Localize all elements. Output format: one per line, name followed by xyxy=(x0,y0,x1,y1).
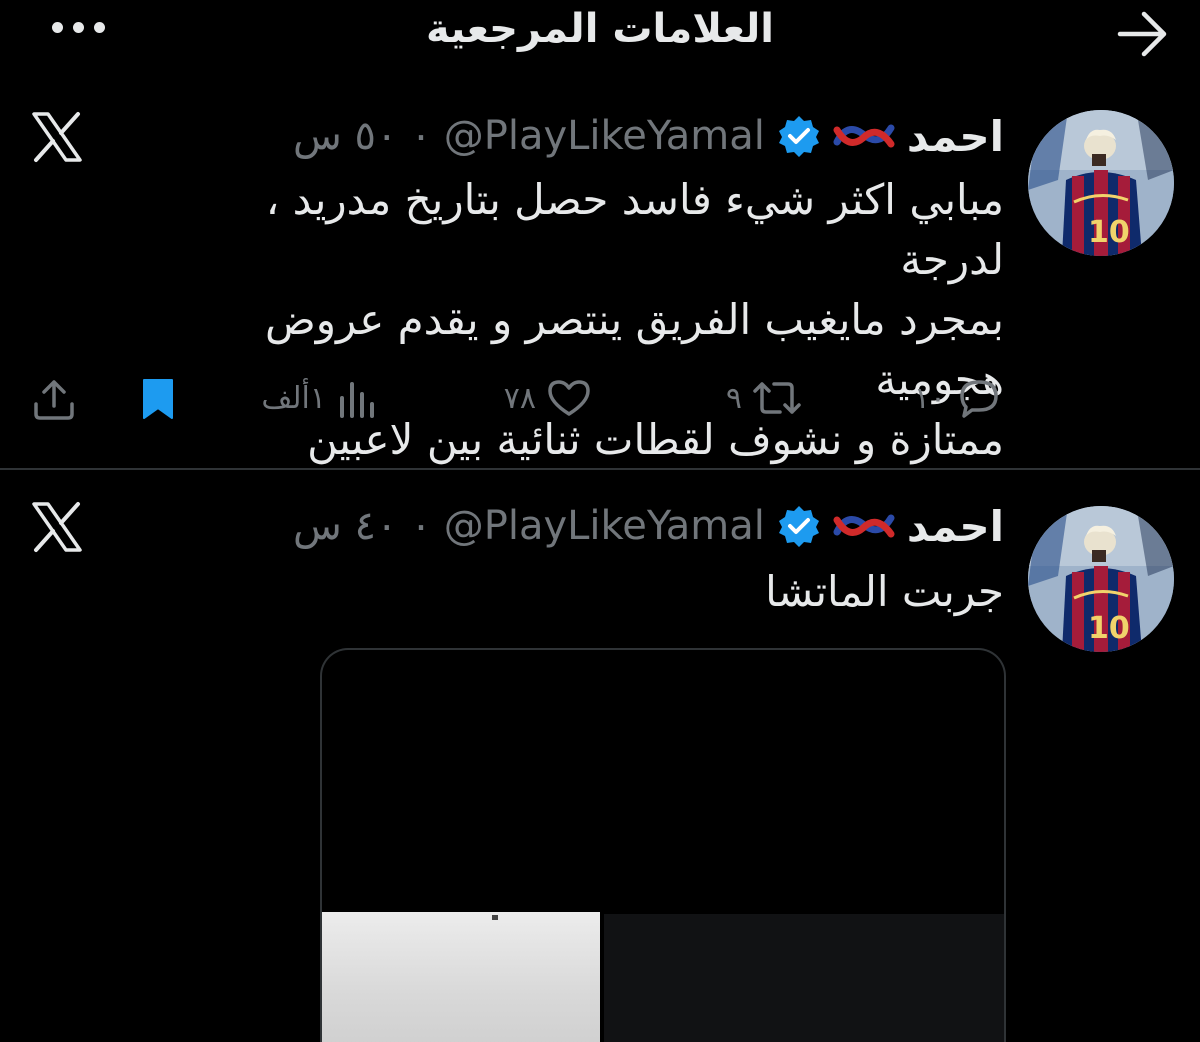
knot-emoji-icon xyxy=(833,124,895,148)
avatar-image: 10 xyxy=(1028,506,1174,652)
arrow-right-icon xyxy=(1117,11,1167,57)
retweet-button[interactable]: ٩ xyxy=(726,376,804,420)
tweet-text-line: جربت الماتشا xyxy=(765,567,1004,616)
knot-emoji-icon xyxy=(833,514,895,538)
x-logo-icon xyxy=(32,502,82,552)
tweet-text-line: مبابي اكثر شيء فاسد حصل بتاريخ مدريد ، ل… xyxy=(265,175,1004,284)
tweet[interactable]: 10 احمد @PlayLikeYamal ٠ ٤٠ س جربت المات… xyxy=(0,470,1200,1042)
views-count: ١ألف xyxy=(261,380,326,416)
svg-text:10: 10 xyxy=(1088,611,1130,646)
tweet-time[interactable]: ٠ ٤٠ س xyxy=(293,503,432,549)
heart-icon xyxy=(548,380,590,416)
avatar[interactable]: 10 xyxy=(1028,110,1174,256)
tweet-header: احمد @PlayLikeYamal ٠ ٤٠ س xyxy=(293,496,1004,556)
reply-button[interactable]: ١٠ xyxy=(914,376,1004,420)
svg-text:10: 10 xyxy=(1088,215,1130,250)
like-count: ٧٨ xyxy=(503,380,536,416)
verified-badge-icon xyxy=(778,116,819,157)
tweet-text: جربت الماتشا xyxy=(244,562,1004,622)
author-name[interactable]: احمد xyxy=(907,112,1004,161)
share-icon xyxy=(34,380,74,420)
bar-chart-icon xyxy=(340,382,374,418)
reply-icon xyxy=(960,380,998,418)
bookmark-button[interactable] xyxy=(136,376,180,422)
retweet-icon xyxy=(753,382,801,414)
back-button[interactable] xyxy=(1116,10,1170,58)
avatar-image: 10 xyxy=(1028,110,1174,256)
share-button[interactable] xyxy=(30,376,78,422)
tweet-actions: ١٠ ٩ ٧٨ ١ألف xyxy=(0,376,1200,428)
bookmark-filled-icon xyxy=(143,379,173,419)
author-name[interactable]: احمد xyxy=(907,502,1004,551)
media-detail xyxy=(492,915,498,920)
top-bar: العلامات المرجعية xyxy=(0,0,1200,70)
avatar[interactable]: 10 xyxy=(1028,506,1174,652)
media-dark-area xyxy=(604,914,1004,1042)
tweet[interactable]: 10 احمد @PlayLikeYamal ٠ ٥٠ س مبابي اكثر… xyxy=(0,88,1200,468)
views-button[interactable]: ١ألف xyxy=(261,376,382,420)
verified-badge-icon xyxy=(778,506,819,547)
reply-count: ١٠ xyxy=(913,380,946,416)
page-title: العلامات المرجعية xyxy=(425,6,774,52)
retweet-count: ٩ xyxy=(725,380,742,416)
x-logo-icon xyxy=(32,112,82,162)
tweet-time[interactable]: ٠ ٥٠ س xyxy=(293,113,432,159)
like-button[interactable]: ٧٨ xyxy=(504,376,594,420)
tweet-header: احمد @PlayLikeYamal ٠ ٥٠ س xyxy=(293,106,1004,166)
media-light-area xyxy=(322,912,600,1042)
author-handle[interactable]: @PlayLikeYamal xyxy=(444,503,765,549)
author-handle[interactable]: @PlayLikeYamal xyxy=(444,113,765,159)
tweet-media-image[interactable] xyxy=(320,648,1006,1042)
